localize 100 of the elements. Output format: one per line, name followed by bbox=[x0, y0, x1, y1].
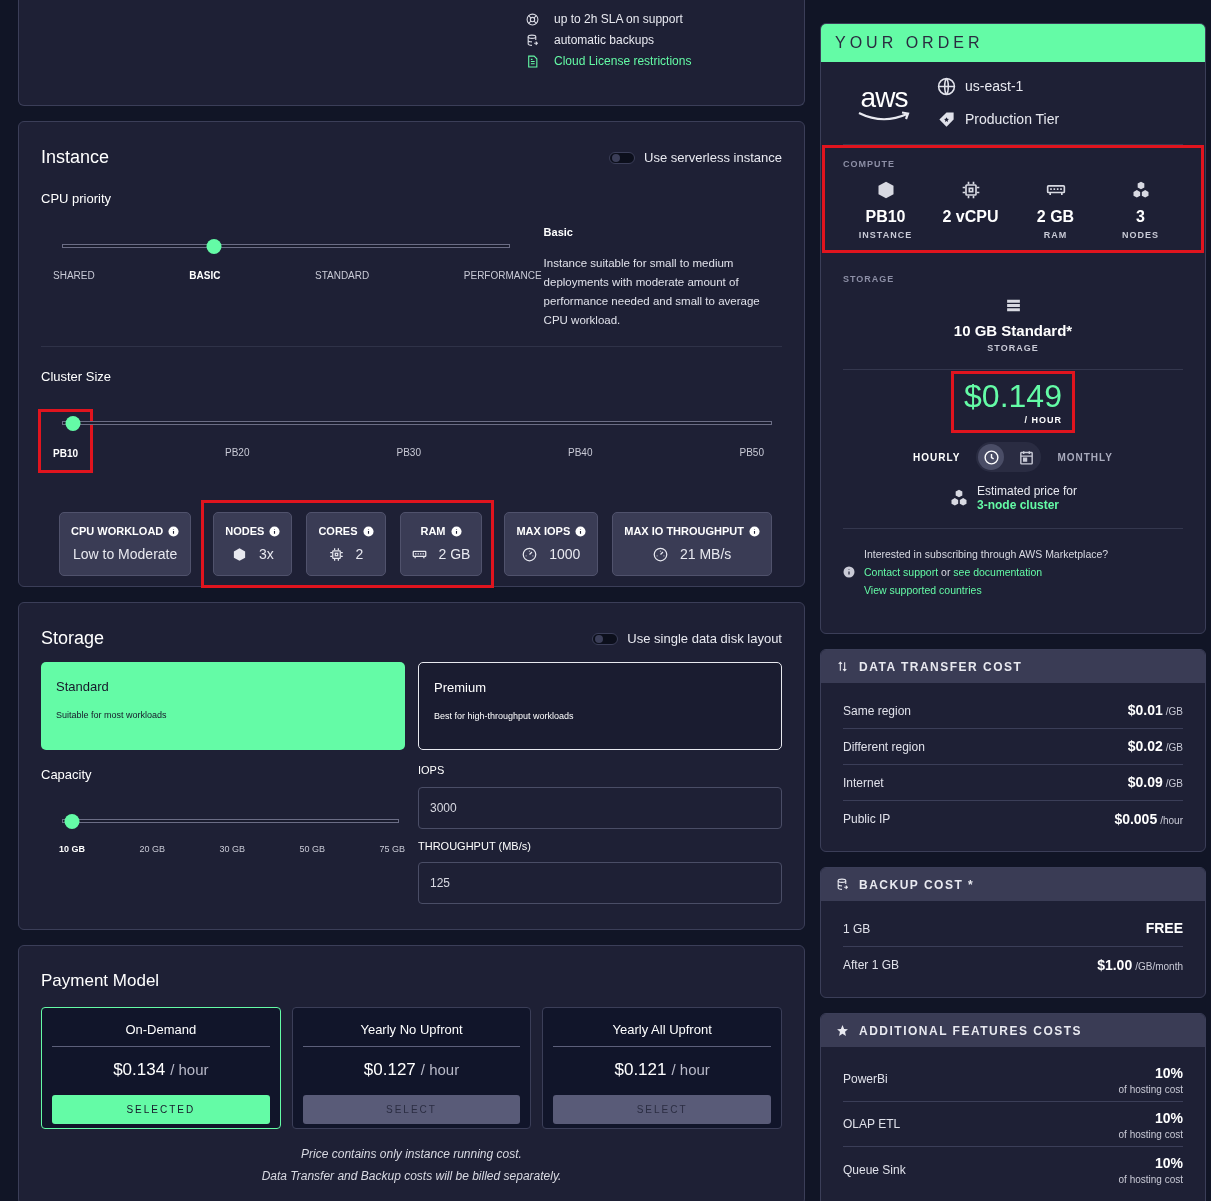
marketplace-note: Interested in subscribing through AWS Marketplace? Contact support or see documentation bbox=[864, 547, 1110, 580]
section-title: Storage bbox=[41, 627, 105, 650]
slider-thumb[interactable] bbox=[64, 813, 80, 829]
hexagon-icon bbox=[231, 547, 247, 563]
slider-thumb[interactable] bbox=[65, 416, 81, 431]
storage-value: 10 GB Standard* bbox=[953, 320, 1073, 341]
cost-price: $0.01 bbox=[1127, 701, 1163, 720]
clock-icon bbox=[982, 448, 1000, 466]
slider-tick-label[interactable]: PB20 bbox=[225, 445, 250, 473]
field-label: Cluster Size bbox=[41, 367, 113, 386]
marketplace-link[interactable]: Contact support bbox=[864, 566, 939, 578]
cost-price: $0.02 bbox=[1127, 737, 1163, 756]
spec-value: 3x bbox=[258, 545, 274, 565]
cost-label: PowerBi bbox=[843, 1071, 888, 1088]
chip-icon bbox=[328, 547, 344, 563]
cluster-link[interactable]: 3-node cluster bbox=[976, 498, 1077, 512]
calendar-icon bbox=[1017, 448, 1035, 466]
slider-thumb[interactable] bbox=[206, 238, 222, 254]
slider-tick-label[interactable]: 30 GB bbox=[219, 842, 245, 856]
description-title: Basic bbox=[543, 225, 574, 240]
spec-label: RAM bbox=[420, 523, 446, 539]
storage-type-option[interactable]: Premium Best for high-throughput workloads bbox=[418, 662, 782, 750]
section-title: Instance bbox=[41, 146, 110, 169]
slider-tick-label[interactable]: BASIC bbox=[189, 267, 221, 283]
input-field[interactable]: 3000 bbox=[418, 786, 782, 829]
compute-value: 2 vCPU bbox=[942, 206, 999, 227]
countries-link[interactable]: View supported countries bbox=[864, 581, 982, 599]
chip-icon bbox=[960, 179, 981, 200]
plan-name: Yearly No Upfront bbox=[302, 1007, 521, 1047]
gauge-icon bbox=[522, 547, 538, 563]
life-ring-icon bbox=[526, 12, 539, 26]
field-label: CPU priority bbox=[41, 190, 113, 208]
spec-value: Low to Moderate bbox=[73, 545, 178, 565]
period-toggle[interactable] bbox=[978, 444, 1005, 470]
cost-unit: /GB/month bbox=[1135, 959, 1183, 974]
marketplace-link[interactable]: see documentation bbox=[953, 566, 1043, 578]
cost-label: Same region bbox=[843, 702, 912, 720]
info-icon bbox=[450, 525, 462, 537]
select-button[interactable]: SELECTED bbox=[52, 1094, 270, 1124]
period-label[interactable]: HOURLY bbox=[913, 449, 961, 465]
input-field[interactable]: 125 bbox=[418, 862, 782, 904]
plan-card[interactable]: On-Demand $0.134 / hour SELECTED bbox=[41, 1006, 281, 1129]
feature-text: automatic backups bbox=[554, 32, 655, 49]
storage-caption: STORAGE bbox=[987, 342, 1039, 355]
slider-track[interactable] bbox=[62, 416, 772, 431]
database-icon bbox=[836, 878, 849, 891]
compute-value: 2 GB bbox=[1036, 206, 1075, 227]
plan-price: $0.121 bbox=[614, 1059, 667, 1081]
storage-type-option[interactable]: Standard Suitable for most workloads bbox=[41, 662, 405, 750]
slider-tick-label[interactable]: PB50 bbox=[739, 445, 764, 473]
spec-value: 2 bbox=[355, 545, 364, 565]
section-label: STORAGE bbox=[843, 273, 896, 286]
info-icon bbox=[168, 525, 180, 537]
feature-text: up to 2h SLA on support bbox=[554, 11, 683, 28]
field-label: IOPS bbox=[418, 763, 446, 778]
gauge-icon bbox=[652, 547, 668, 563]
section-label: COMPUTE bbox=[843, 158, 896, 171]
note-text: Price contains only instance running cost. bbox=[301, 1145, 522, 1163]
estimate-text: Estimated price for bbox=[976, 484, 1077, 498]
cost-unit: /GB bbox=[1165, 741, 1183, 755]
spec-label: CORES bbox=[318, 523, 358, 539]
toggle-switch[interactable] bbox=[592, 632, 619, 645]
license-link[interactable]: Cloud License restrictions bbox=[554, 52, 692, 70]
slider-tick-label[interactable]: PERFORMANCE bbox=[463, 267, 542, 283]
cost-note: of hosting cost bbox=[1118, 1083, 1183, 1096]
total-price: $0.149 bbox=[964, 377, 1062, 414]
logo-text: aws bbox=[860, 84, 908, 111]
slider-tick-label[interactable]: 20 GB bbox=[139, 842, 165, 856]
arrows-icon bbox=[836, 660, 849, 673]
cost-price: $0.09 bbox=[1127, 773, 1163, 792]
section-title: Payment Model bbox=[41, 970, 161, 992]
compute-caption: NODES bbox=[1122, 228, 1159, 242]
slider-track[interactable] bbox=[62, 813, 399, 829]
compute-caption: INSTANCE bbox=[858, 228, 913, 242]
slider-tick-label[interactable]: 10 GB bbox=[59, 842, 85, 856]
slider-tick-label[interactable]: SHARED bbox=[53, 267, 95, 283]
region-text: us-east-1 bbox=[965, 77, 1024, 96]
info-icon bbox=[749, 525, 760, 537]
period-label[interactable]: MONTHLY bbox=[1057, 449, 1113, 465]
price-unit: / HOUR bbox=[1024, 413, 1062, 427]
slider-tick-label[interactable]: STANDARD bbox=[314, 267, 370, 283]
info-icon bbox=[575, 525, 587, 537]
slider-tick-label[interactable]: PB30 bbox=[396, 445, 421, 473]
spec-label: MAX IOPS bbox=[516, 523, 571, 539]
card-title: DATA TRANSFER COST bbox=[859, 658, 1023, 676]
toggle-switch[interactable] bbox=[609, 151, 635, 164]
price-unit: / hour bbox=[420, 1060, 460, 1080]
cost-price: $1.00 bbox=[1097, 955, 1133, 975]
slider-track[interactable] bbox=[62, 238, 510, 254]
info-icon bbox=[362, 525, 374, 537]
slider-tick-label[interactable]: PB40 bbox=[568, 445, 593, 473]
slider-tick-label[interactable]: 75 GB bbox=[379, 842, 405, 856]
field-label: THROUGHPUT (MB/s) bbox=[418, 838, 532, 854]
cost-label: 1 GB bbox=[843, 920, 871, 938]
cost-price: 10% bbox=[1154, 1063, 1183, 1083]
slider-tick-label[interactable]: PB10 bbox=[53, 448, 78, 459]
slider-tick-label[interactable]: 50 GB bbox=[299, 842, 325, 856]
cost-price: $0.005 bbox=[1114, 809, 1158, 829]
cost-price: FREE bbox=[1145, 919, 1183, 938]
info-icon bbox=[269, 525, 281, 537]
